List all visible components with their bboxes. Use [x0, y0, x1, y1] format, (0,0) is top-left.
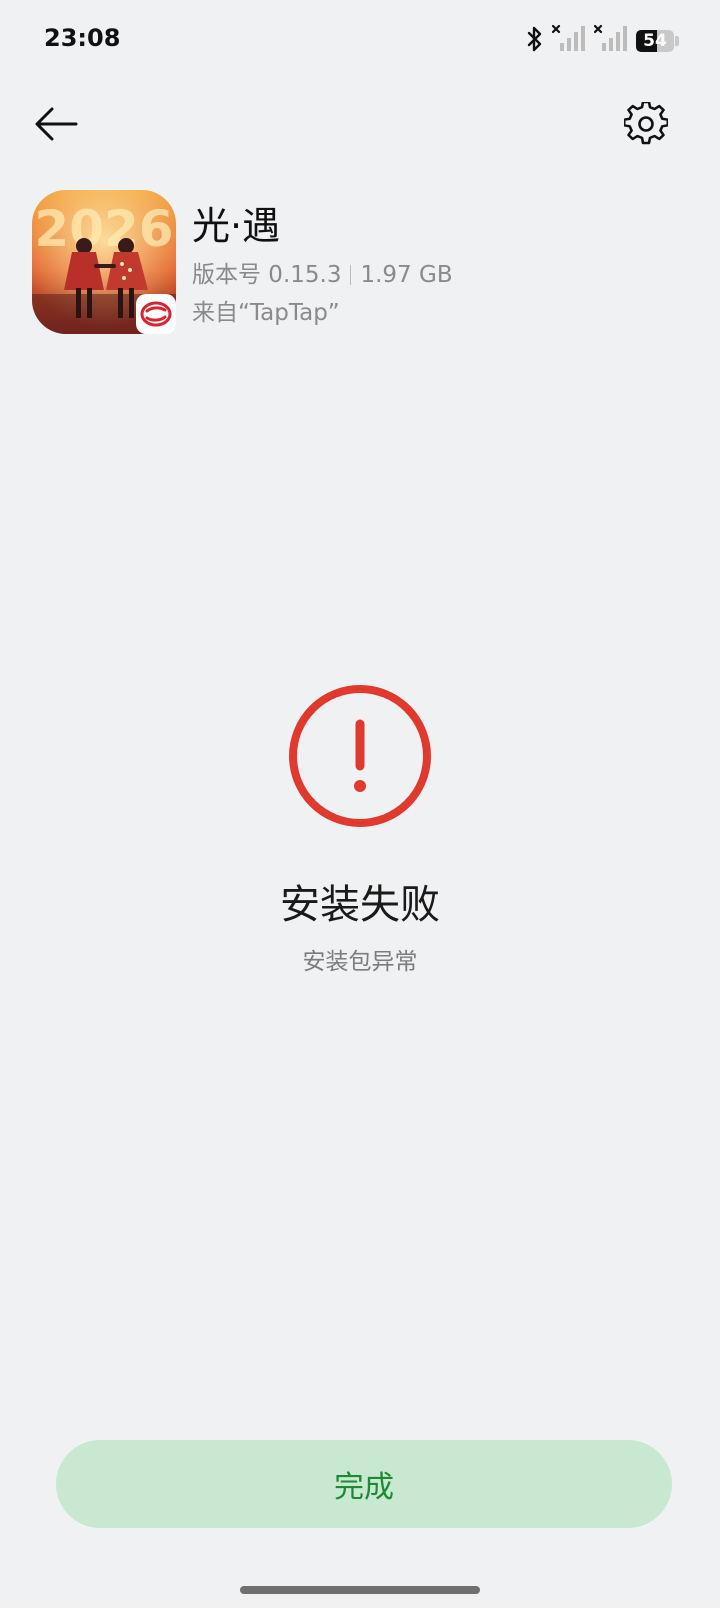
- signal-no-service-icon: [593, 24, 628, 58]
- status-icons: 54: [526, 24, 680, 58]
- error-circle-icon: [286, 682, 434, 830]
- done-button-label: 完成: [334, 1470, 394, 1505]
- app-icon: 2026: [32, 190, 176, 334]
- meta-divider: [350, 265, 352, 285]
- install-result-screen: 23:08 54 2026 光·遇 版本号 0.15.3 1.97 GB 来自“…: [0, 0, 720, 1608]
- back-button[interactable]: [28, 96, 84, 152]
- home-indicator[interactable]: [240, 1586, 480, 1594]
- gear-icon: [624, 102, 668, 145]
- signal-no-service-icon: [551, 24, 586, 58]
- app-meta: 版本号 0.15.3 1.97 GB: [192, 260, 453, 290]
- app-info: 光·遇 版本号 0.15.3 1.97 GB 来自“TapTap”: [192, 204, 453, 328]
- result-subtitle: 安装包异常: [302, 949, 418, 975]
- status-time: 23:08: [44, 24, 121, 52]
- bluetooth-icon: [526, 25, 544, 57]
- battery-icon: 54: [636, 30, 680, 52]
- publisher-badge: [136, 294, 176, 334]
- app-name: 光·遇: [192, 204, 281, 248]
- done-button[interactable]: 完成: [56, 1440, 672, 1528]
- back-arrow-icon: [35, 107, 78, 141]
- app-version: 版本号 0.15.3: [192, 262, 342, 288]
- netease-logo-icon: [140, 301, 172, 327]
- app-source: 来自“TapTap”: [192, 300, 340, 326]
- app-size: 1.97 GB: [360, 262, 453, 288]
- app-icon-year-text: 2026: [34, 200, 173, 258]
- settings-button[interactable]: [618, 96, 674, 152]
- result-title: 安装失败: [280, 882, 440, 928]
- battery-level-text: 54: [643, 31, 667, 51]
